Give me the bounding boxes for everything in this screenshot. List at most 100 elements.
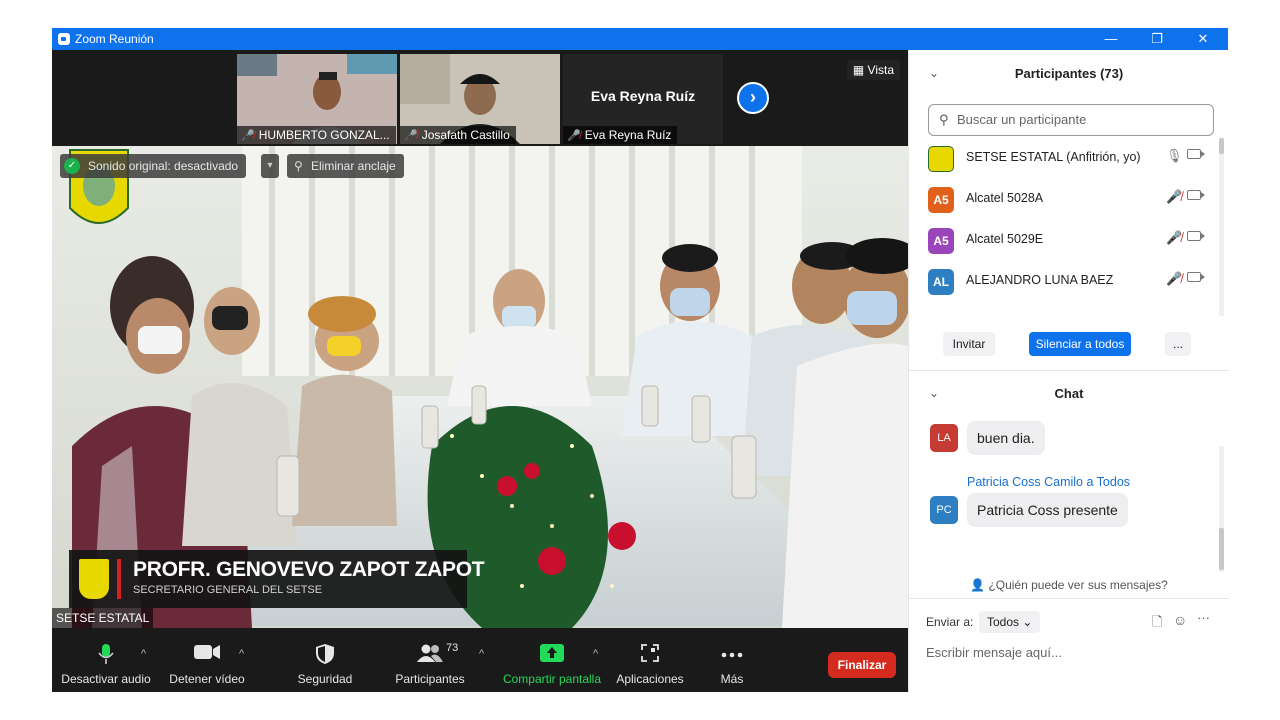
send-to-select[interactable]: Todos ⌄ <box>979 611 1041 633</box>
chat-more-icon[interactable]: ··· <box>1197 610 1210 625</box>
minimize-button[interactable]: — <box>1088 29 1134 49</box>
microphone-icon[interactable]: 🎙 <box>1166 148 1183 164</box>
zoom-window: Zoom Reunión — ❐ ✕ 🎤̸HUMBERTO GONZAL... <box>52 28 1229 692</box>
pin-icon: ⚲ <box>294 159 303 173</box>
participant-thumbnail[interactable]: 🎤̸ Josafath Castillo <box>400 54 560 144</box>
muted-mic-icon[interactable]: 🎤̸ <box>1166 271 1182 287</box>
share-screen-button[interactable]: Compartir pantalla <box>498 628 606 692</box>
participants-button[interactable]: 73 Participantes <box>388 628 472 692</box>
muted-mic-icon: 🎤̸ <box>404 130 418 142</box>
apps-icon <box>641 644 659 662</box>
more-icon <box>721 652 743 658</box>
muted-mic-icon[interactable]: 🎤̸ <box>1166 230 1182 246</box>
microphone-icon <box>98 644 114 664</box>
file-icon[interactable]: 🗋 <box>1152 613 1162 635</box>
more-button[interactable]: Más <box>700 628 764 692</box>
avatar: A5 <box>928 228 954 254</box>
avatar: A5 <box>928 187 954 213</box>
participant-row[interactable]: A5 Alcatel 5028A 🎤̸ <box>909 179 1219 219</box>
zoom-app-icon <box>58 33 70 45</box>
mute-audio-button[interactable]: Desactivar audio <box>58 628 154 692</box>
end-meeting-button[interactable]: Finalizar <box>828 652 896 678</box>
next-page-button[interactable]: › <box>737 82 769 114</box>
video-area: 🎤̸ HUMBERTO GONZAL... 🎤̸ Josafath Castillo… <box>52 50 908 628</box>
muted-mic-icon: 🎤̸ <box>241 130 255 142</box>
thumbnail-nametag: 🎤̸ HUMBERTO GONZAL... <box>237 126 396 144</box>
scrollbar-thumb[interactable] <box>1219 528 1224 570</box>
participant-count: 73 <box>446 642 459 654</box>
chat-message-bubble: Patricia Coss presente <box>967 493 1128 527</box>
who-can-see-link[interactable]: 👤 ¿Quién puede ver sus mensajes? <box>909 578 1229 592</box>
restore-button[interactable]: ❐ <box>1134 29 1180 49</box>
avatar: AL <box>928 269 954 295</box>
participant-row[interactable]: AL ALEJANDRO LUNA BAEZ 🎤̸ <box>909 261 1219 301</box>
thumbnail-strip: 🎤̸ HUMBERTO GONZAL... 🎤̸ Josafath Castillo… <box>52 50 908 146</box>
view-button[interactable]: ▦ Vista <box>846 60 900 80</box>
collapse-chevron-icon[interactable]: ⌄ <box>929 386 939 400</box>
invite-button[interactable]: Invitar <box>943 332 995 356</box>
share-options-caret[interactable]: ^ <box>593 648 598 660</box>
chat-sender: Patricia Coss Camilo a Todos <box>967 475 1131 489</box>
panel-divider <box>909 370 1229 371</box>
person-icon: 👤 <box>970 578 989 592</box>
avatar: PC <box>930 496 958 524</box>
security-shield-icon: ✓ <box>64 158 80 174</box>
video-camera-icon <box>194 645 220 659</box>
avatar: LA <box>930 424 958 452</box>
host-avatar <box>928 146 954 172</box>
emoji-icon[interactable]: ☺ <box>1173 612 1187 628</box>
chevron-right-icon: › <box>750 87 756 107</box>
send-to-label: Enviar a: <box>926 615 974 629</box>
video-options-caret[interactable]: ^ <box>239 648 244 660</box>
meeting-toolbar: Desactivar audio ^ Detener vídeo ^ Segur… <box>52 628 908 692</box>
security-button[interactable]: Seguridad <box>287 628 363 692</box>
muted-mic-icon: 🎤̸ <box>567 130 581 142</box>
close-button[interactable]: ✕ <box>1180 29 1226 49</box>
mute-all-button[interactable]: Silenciar a todos <box>1029 332 1131 356</box>
camera-icon[interactable] <box>1187 149 1205 159</box>
title-bar: Zoom Reunión — ❐ ✕ <box>52 28 1228 50</box>
participants-scrollbar[interactable] <box>1219 138 1224 316</box>
grid-icon: ▦ <box>852 63 868 77</box>
chat-message-bubble: buen dia. <box>967 421 1045 455</box>
speaker-lower-third: PROFR. GENOVEVO ZAPOT ZAPOT SECRETARIO G… <box>69 550 485 608</box>
stop-video-button[interactable]: Detener vídeo <box>162 628 252 692</box>
camera-icon[interactable] <box>1187 231 1205 241</box>
participants-options-caret[interactable]: ^ <box>479 648 484 660</box>
chat-message-input[interactable] <box>926 642 1216 662</box>
side-panel: ⌄ Participantes (73) ⚲ Buscar un partici… <box>908 50 1229 692</box>
setse-badge-icon <box>79 559 109 599</box>
participant-search-input[interactable]: ⚲ Buscar un participante <box>928 104 1214 136</box>
camera-icon[interactable] <box>1187 190 1205 200</box>
chat-scrollbar[interactable] <box>1219 446 1224 572</box>
unpin-button[interactable]: ⚲ Eliminar anclaje <box>287 154 404 178</box>
camera-icon[interactable] <box>1187 272 1205 282</box>
chat-header: ⌄ Chat <box>929 386 1084 401</box>
participant-thumbnail[interactable]: 🎤̸ HUMBERTO GONZAL... <box>237 54 397 144</box>
participants-more-button[interactable]: ... <box>1165 332 1191 356</box>
audio-options-caret[interactable]: ^ <box>141 648 146 660</box>
speaker-title-role: SECRETARIO GENERAL DEL SETSE <box>133 584 323 596</box>
window-title: Zoom Reunión <box>75 32 154 46</box>
accent-bar <box>117 559 121 599</box>
shield-icon <box>316 644 334 664</box>
participant-row[interactable]: SETSE ESTATAL (Anfitrión, yo) 🎙 <box>909 138 1219 178</box>
search-icon: ⚲ <box>939 112 949 127</box>
participant-row[interactable]: A5 Alcatel 5029E 🎤̸ <box>909 220 1219 260</box>
main-speaker-video: ✓ Sonido original: desactivado ▾ ⚲ Elimina… <box>52 146 908 628</box>
chevron-down-icon: ▾ <box>267 160 273 171</box>
original-sound-caret[interactable]: ▾ <box>261 154 279 178</box>
thumbnail-nametag: 🎤̸ Josafath Castillo <box>400 126 516 144</box>
thumbnail-nametag: 🎤̸ Eva Reyna Ruíz <box>563 126 678 144</box>
speaker-title-name: PROFR. GENOVEVO ZAPOT ZAPOT <box>133 558 485 581</box>
panel-divider <box>909 598 1229 599</box>
scrollbar-thumb[interactable] <box>1219 138 1224 154</box>
active-speaker-name: SETSE ESTATAL <box>52 608 154 628</box>
participants-icon <box>417 644 443 662</box>
apps-button[interactable]: Aplicaciones <box>612 628 688 692</box>
chevron-down-icon: ⌄ <box>1019 615 1033 629</box>
muted-mic-icon[interactable]: 🎤̸ <box>1166 189 1182 205</box>
collapse-chevron-icon[interactable]: ⌄ <box>929 66 939 80</box>
original-sound-toggle[interactable]: ✓ Sonido original: desactivado <box>60 154 247 178</box>
participant-thumbnail[interactable]: Eva Reyna Ruíz 🎤̸ Eva Reyna Ruíz <box>563 54 723 144</box>
